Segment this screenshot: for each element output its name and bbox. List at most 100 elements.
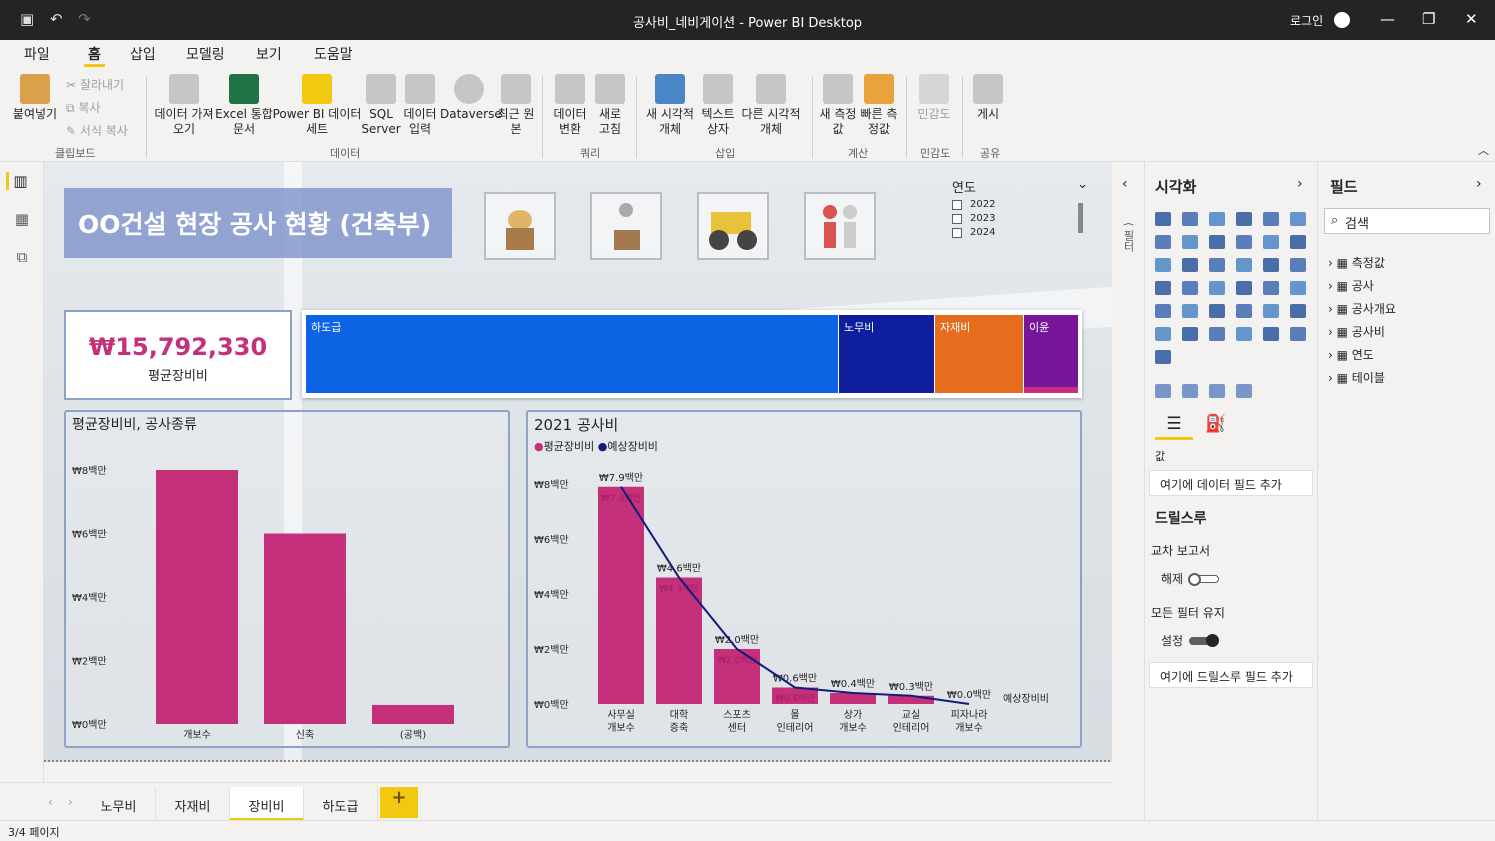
visual-type-icon[interactable] bbox=[1209, 304, 1225, 318]
quick-measure-button[interactable]: 빠른 측정값 bbox=[858, 74, 900, 137]
visual-type-icon[interactable] bbox=[1209, 212, 1225, 226]
visual-type-icon[interactable] bbox=[1209, 281, 1225, 295]
bar[interactable] bbox=[264, 533, 346, 725]
visual-type-icon[interactable] bbox=[1182, 281, 1198, 295]
visual-type-icon[interactable] bbox=[1236, 258, 1252, 272]
workers-image[interactable] bbox=[804, 192, 876, 260]
visual-type-icon[interactable] bbox=[1290, 281, 1306, 295]
collapse-left-icon[interactable]: ‹ bbox=[1122, 176, 1128, 192]
visual-type-icon[interactable] bbox=[1182, 258, 1198, 272]
treemap-tile-extra[interactable] bbox=[1024, 387, 1078, 393]
visual-type-icon[interactable] bbox=[1182, 304, 1198, 318]
new-visual-button[interactable]: 새 시각적 개체 bbox=[642, 74, 698, 137]
visual-type-icon[interactable] bbox=[1182, 235, 1198, 249]
slicer-option[interactable]: 2023 bbox=[952, 213, 1088, 224]
visual-type-icon[interactable] bbox=[1236, 235, 1252, 249]
pbi-dataset-button[interactable]: Power BI 데이터 세트 bbox=[272, 74, 362, 137]
year-slicer[interactable]: 연도 ⌄ 2022 2023 2024 bbox=[952, 177, 1088, 257]
treemap-tile-subcontract[interactable]: 하도급 bbox=[306, 315, 838, 393]
close-icon[interactable]: ✕ bbox=[1465, 10, 1478, 28]
textbox-button[interactable]: 텍스트 상자 bbox=[698, 74, 738, 137]
tab-subcontract[interactable]: 하도급 bbox=[304, 787, 378, 821]
visual-type-icon[interactable] bbox=[1155, 327, 1171, 341]
visual-type-icon[interactable] bbox=[1290, 327, 1306, 341]
excel-button[interactable]: Excel 통합 문서 bbox=[214, 74, 274, 137]
visual-type-icon[interactable] bbox=[1263, 235, 1279, 249]
dataverse-button[interactable]: Dataverse bbox=[440, 74, 502, 122]
visual-type-icon[interactable] bbox=[1263, 281, 1279, 295]
visual-type-icon[interactable] bbox=[1155, 304, 1171, 318]
sql-server-button[interactable]: SQL Server bbox=[360, 74, 402, 137]
visual-type-icon[interactable] bbox=[1155, 235, 1171, 249]
laborer-image[interactable] bbox=[590, 192, 662, 260]
chevron-right-icon[interactable]: › bbox=[1476, 176, 1482, 192]
bar[interactable] bbox=[888, 695, 934, 704]
visual-type-icon[interactable] bbox=[1236, 327, 1252, 341]
login-link[interactable]: 로그인 bbox=[1290, 12, 1323, 29]
transform-button[interactable]: 데이터 변환 bbox=[548, 74, 592, 137]
fields-well-icon[interactable]: ☰ bbox=[1155, 414, 1193, 440]
minimize-icon[interactable]: — bbox=[1380, 10, 1395, 28]
add-field-well[interactable]: 여기에 데이터 필드 추가 bbox=[1149, 470, 1313, 496]
visual-type-icon[interactable] bbox=[1155, 350, 1171, 364]
chart-panel-2021[interactable]: 2021 공사비 ●평균장비비 ●예상장비비 ₩0백만 ₩2백만 ₩4백만 ₩6백만 ₩… bbox=[526, 410, 1082, 748]
avatar[interactable] bbox=[1334, 12, 1350, 28]
get-data-button[interactable]: 데이터 가져오기 bbox=[152, 74, 216, 137]
bar[interactable] bbox=[156, 470, 238, 724]
field-search-input[interactable]: ⌕ 검색 bbox=[1324, 208, 1490, 234]
paste-button[interactable]: 붙여넣기 bbox=[10, 74, 60, 122]
refresh-button[interactable]: 새로 고침 bbox=[592, 74, 628, 137]
custom-visual-icon[interactable] bbox=[1155, 384, 1171, 398]
visual-type-icon[interactable] bbox=[1155, 281, 1171, 295]
menu-insert[interactable]: 삽입 bbox=[126, 44, 160, 64]
chevron-down-icon[interactable]: ⌄ bbox=[1077, 177, 1088, 196]
menu-file[interactable]: 파일 bbox=[20, 44, 54, 64]
checkbox[interactable] bbox=[952, 199, 962, 210]
visual-type-icon[interactable] bbox=[1263, 304, 1279, 318]
menu-modeling[interactable]: 모델링 bbox=[182, 44, 229, 64]
kpi-card[interactable]: ₩15,792,330 평균장비비 bbox=[64, 310, 292, 400]
model-view-icon[interactable]: ⧉ bbox=[12, 248, 32, 266]
visual-type-icon[interactable] bbox=[1290, 212, 1306, 226]
checkbox[interactable] bbox=[952, 213, 962, 224]
visual-type-icon[interactable] bbox=[1290, 304, 1306, 318]
report-view-icon[interactable]: ▥ bbox=[6, 172, 32, 190]
custom-visual-icon[interactable] bbox=[1209, 384, 1225, 398]
menu-view[interactable]: 보기 bbox=[252, 44, 286, 64]
field-table[interactable]: › ▦ 테이블 bbox=[1328, 369, 1385, 386]
slicer-scrollbar[interactable] bbox=[1078, 203, 1083, 233]
add-page-button[interactable]: + bbox=[380, 787, 418, 818]
tab-material[interactable]: 자재비 bbox=[156, 787, 230, 821]
visual-type-icon[interactable] bbox=[1263, 258, 1279, 272]
next-page-icon[interactable]: › bbox=[68, 795, 73, 809]
field-table[interactable]: › ▦ 측정값 bbox=[1328, 254, 1385, 271]
custom-visual-icon[interactable] bbox=[1182, 384, 1198, 398]
tab-equipment[interactable]: 장비비 bbox=[230, 787, 304, 821]
worker-image[interactable] bbox=[484, 192, 556, 260]
data-view-icon[interactable]: ▦ bbox=[12, 210, 32, 228]
custom-visual-icon[interactable] bbox=[1236, 384, 1252, 398]
visual-type-icon[interactable] bbox=[1209, 327, 1225, 341]
bar[interactable] bbox=[372, 704, 454, 724]
slicer-option[interactable]: 2024 bbox=[952, 227, 1088, 238]
visual-type-icon[interactable] bbox=[1209, 235, 1225, 249]
format-icon[interactable]: ⛽ bbox=[1205, 414, 1226, 434]
copy-button[interactable]: ⧉ 복사 bbox=[66, 99, 100, 116]
prev-page-icon[interactable]: ‹ bbox=[48, 795, 53, 809]
collapse-ribbon-icon[interactable]: ︿ bbox=[1478, 142, 1489, 158]
cut-button[interactable]: ✂ 잘라내기 bbox=[66, 76, 124, 93]
filters-collapsed[interactable]: ⟨ 필터 bbox=[1120, 222, 1136, 252]
recent-sources-button[interactable]: 최근 원본 bbox=[496, 74, 536, 137]
cross-report-toggle[interactable] bbox=[1188, 573, 1219, 586]
enter-data-button[interactable]: 데이터 입력 bbox=[400, 74, 440, 137]
visual-type-icon[interactable] bbox=[1236, 304, 1252, 318]
visual-type-icon[interactable] bbox=[1182, 212, 1198, 226]
new-measure-button[interactable]: 새 측정값 bbox=[818, 74, 858, 137]
field-table[interactable]: › ▦ 공사 bbox=[1328, 277, 1374, 294]
restore-icon[interactable]: ❐ bbox=[1422, 10, 1435, 28]
field-table[interactable]: › ▦ 연도 bbox=[1328, 346, 1374, 363]
bar[interactable] bbox=[598, 486, 644, 704]
tab-labor[interactable]: 노무비 bbox=[82, 787, 156, 821]
chart-panel-equipment[interactable]: 평균장비비, 공사종류 ₩0백만 ₩2백만 ₩4백만 ₩6백만 ₩8백만 개보수 신축 (공백… bbox=[64, 410, 510, 748]
publish-button[interactable]: 게시 bbox=[968, 74, 1008, 122]
